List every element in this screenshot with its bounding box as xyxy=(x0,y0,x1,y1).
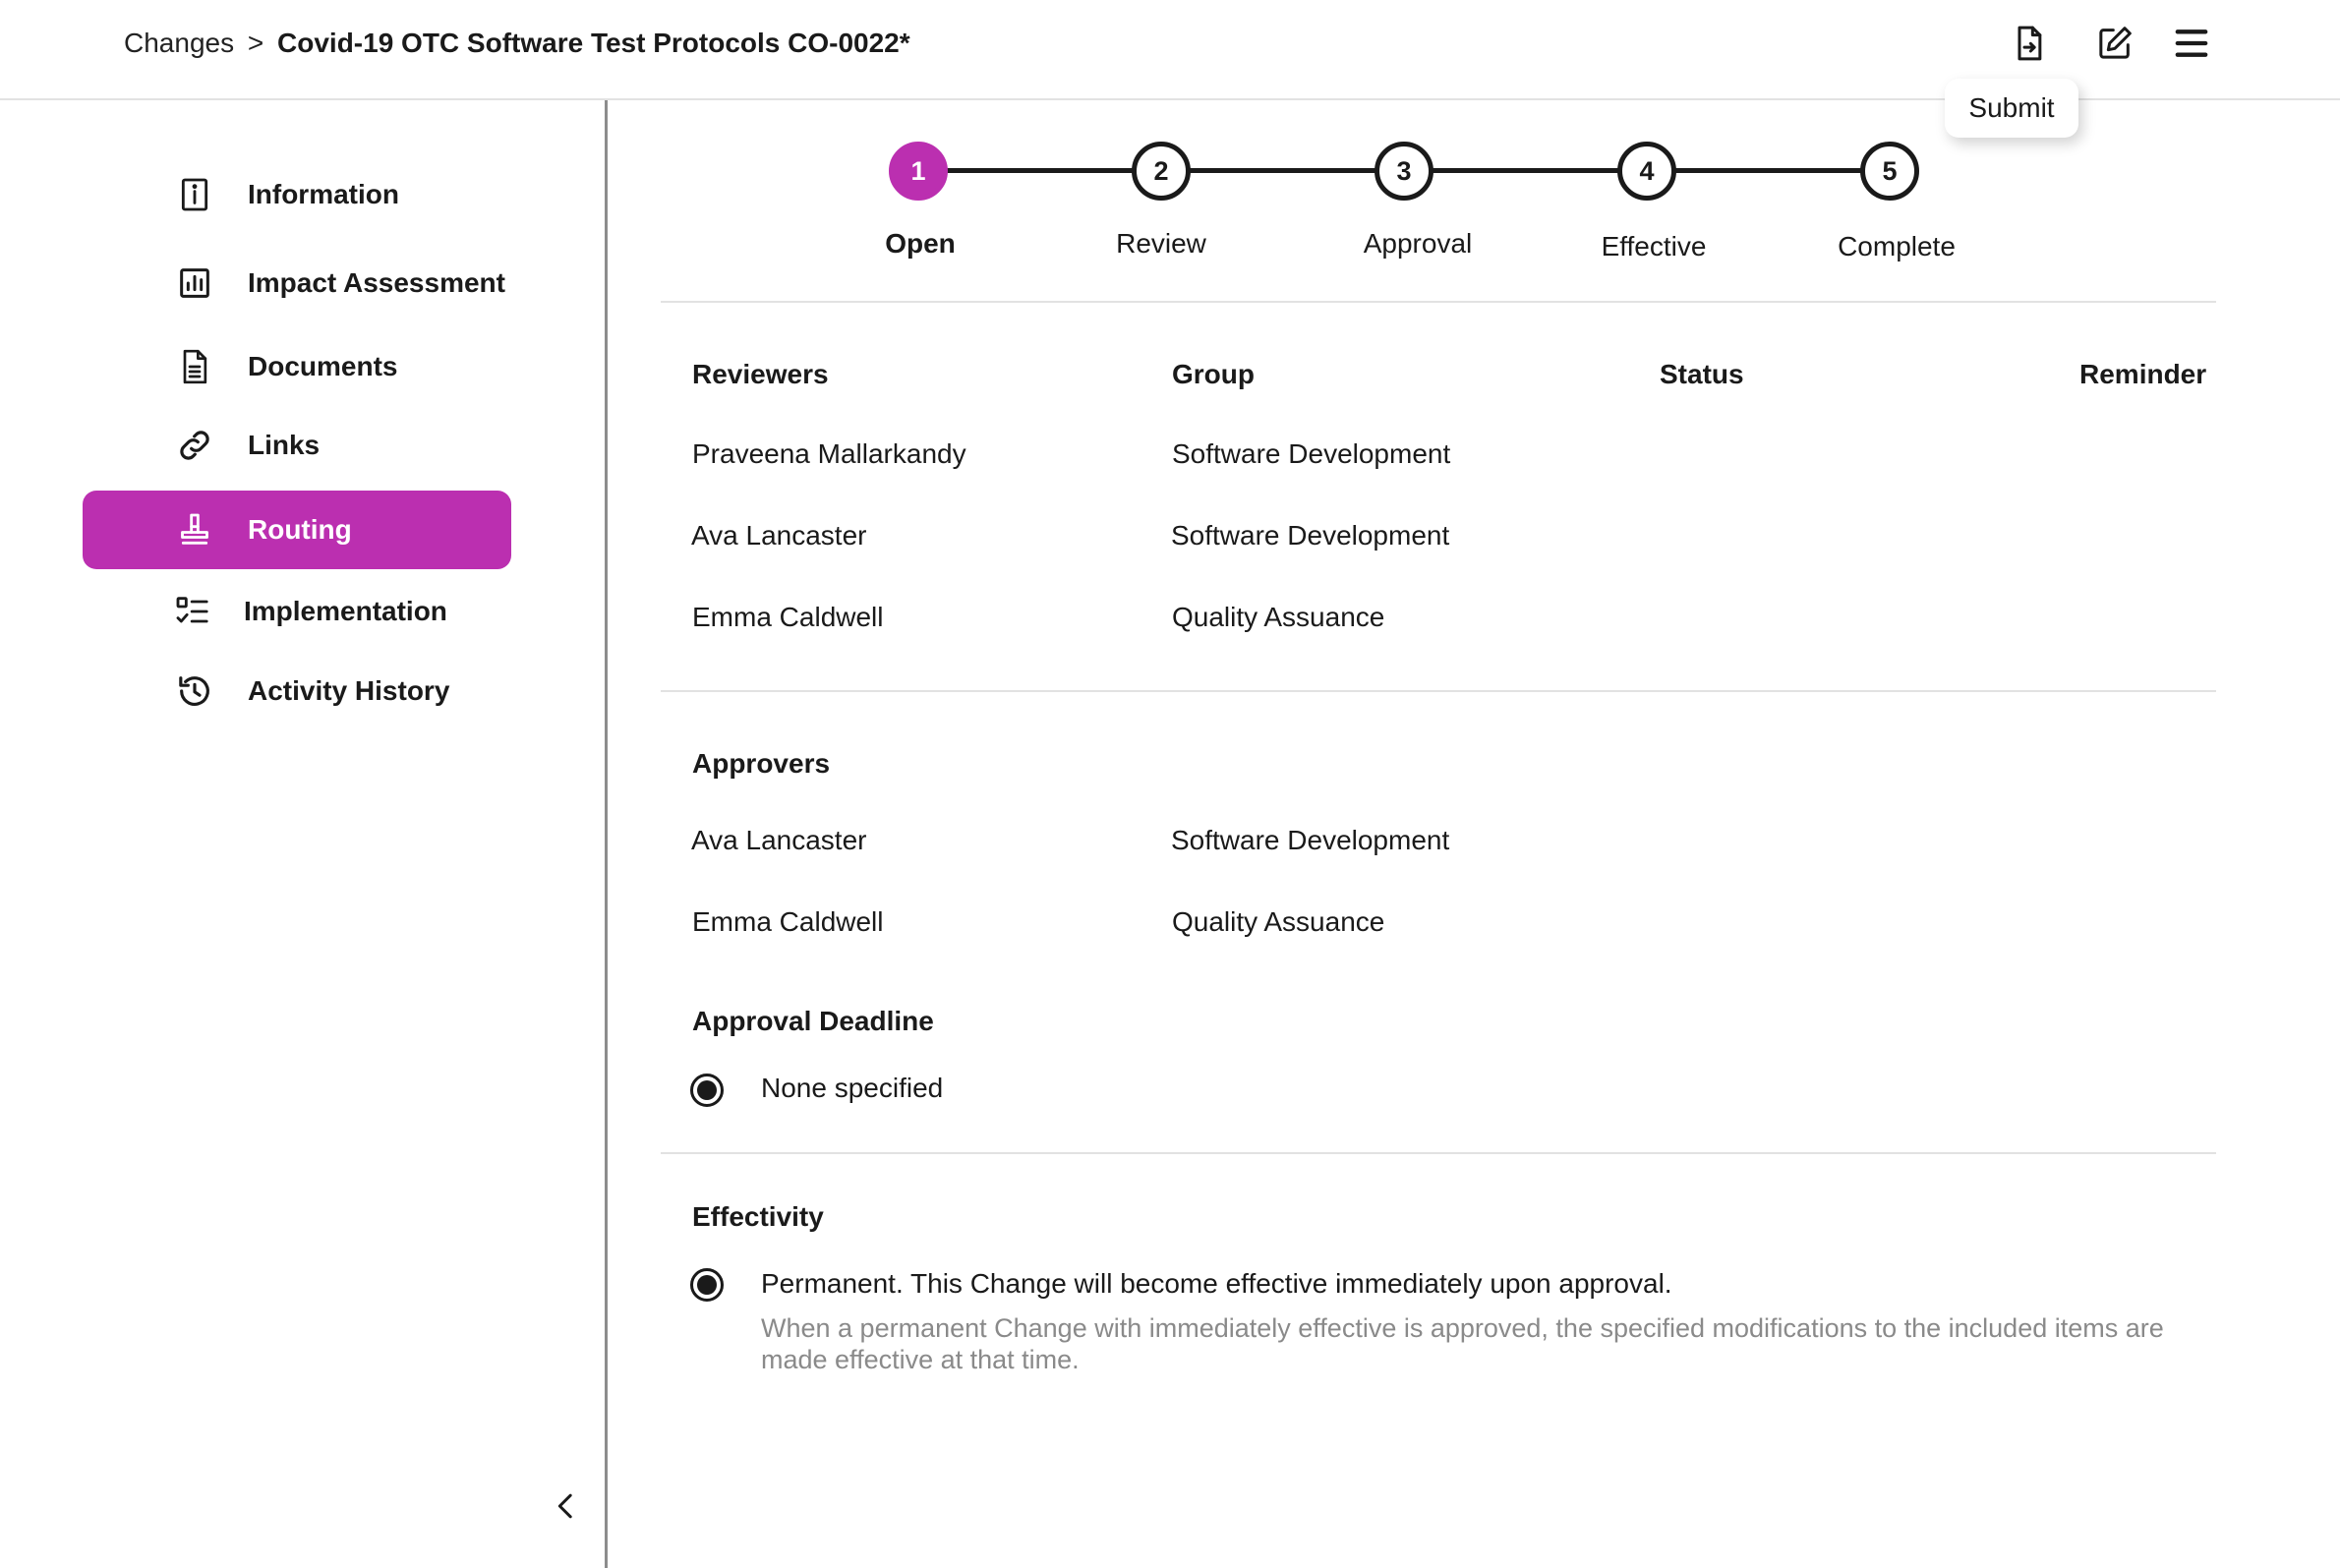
radio-selected-dot xyxy=(697,1080,717,1100)
chevron-left-icon[interactable] xyxy=(547,1486,586,1526)
step-2-label: Review xyxy=(1116,228,1206,259)
link-icon xyxy=(175,426,214,465)
section-divider xyxy=(661,1152,2216,1154)
section-divider xyxy=(661,690,2216,692)
sidebar-item-label: Implementation xyxy=(244,596,447,626)
approver-name: Ava Lancaster xyxy=(691,825,867,855)
step-5-circle[interactable]: 5 xyxy=(1860,142,1919,201)
sidebar-item-routing[interactable]: Routing xyxy=(83,491,511,569)
submit-document-icon[interactable] xyxy=(2010,24,2049,63)
sidebar-item-activity-history[interactable]: Activity History xyxy=(83,652,511,730)
step-3-label: Approval xyxy=(1363,228,1473,259)
step-1-label: Open xyxy=(885,228,956,259)
reviewer-group: Quality Assuance xyxy=(1172,602,1385,632)
sidebar: Information Impact Assessment Documents … xyxy=(0,100,608,1568)
menu-icon[interactable] xyxy=(2172,24,2211,63)
approval-deadline-title: Approval Deadline xyxy=(692,1006,934,1036)
deadline-none-label: None specified xyxy=(761,1073,944,1103)
step-2-circle[interactable]: 2 xyxy=(1132,142,1191,201)
edit-icon[interactable] xyxy=(2095,24,2135,63)
deadline-none-radio[interactable] xyxy=(690,1074,724,1107)
sidebar-item-label: Links xyxy=(248,430,321,460)
info-icon xyxy=(175,175,214,214)
step-connector xyxy=(1674,168,1891,173)
approver-group: Software Development xyxy=(1171,825,1450,855)
sidebar-item-implementation[interactable]: Implementation xyxy=(83,572,511,651)
sidebar-item-documents[interactable]: Documents xyxy=(83,327,511,406)
column-header-group: Group xyxy=(1172,359,1255,389)
breadcrumb-changes-link[interactable]: Changes xyxy=(124,28,234,58)
sidebar-item-information[interactable]: Information xyxy=(83,155,511,234)
step-5-label: Complete xyxy=(1838,231,1956,261)
effectivity-permanent-radio[interactable] xyxy=(690,1268,724,1302)
step-1-circle[interactable]: 1 xyxy=(889,142,948,201)
sidebar-item-label: Routing xyxy=(248,514,352,545)
approver-name: Emma Caldwell xyxy=(692,906,884,937)
approver-group: Quality Assuance xyxy=(1172,906,1385,937)
submit-tooltip: Submit xyxy=(1945,79,2078,138)
sidebar-item-label: Activity History xyxy=(248,675,450,706)
sidebar-item-label: Impact Assessment xyxy=(248,267,505,298)
bar-chart-icon xyxy=(175,263,214,303)
step-4-label: Effective xyxy=(1601,231,1707,261)
radio-selected-dot xyxy=(697,1275,717,1295)
sidebar-item-impact-assessment[interactable]: Impact Assessment xyxy=(83,244,511,322)
effectivity-description: When a permanent Change with immediately… xyxy=(761,1313,2164,1374)
sidebar-item-label: Information xyxy=(248,179,399,209)
reviewer-name: Praveena Mallarkandy xyxy=(692,438,966,469)
checklist-icon xyxy=(173,592,212,631)
reviewer-name: Ava Lancaster xyxy=(691,520,867,551)
column-header-status: Status xyxy=(1660,359,1744,389)
step-connector xyxy=(1189,168,1405,173)
effectivity-title: Effectivity xyxy=(692,1201,824,1232)
step-connector xyxy=(1432,168,1648,173)
column-header-reminder: Reminder xyxy=(2079,359,2207,389)
sidebar-item-links[interactable]: Links xyxy=(83,406,511,485)
reviewer-name: Emma Caldwell xyxy=(692,602,884,632)
effectivity-permanent-label: Permanent. This Change will become effec… xyxy=(761,1268,1672,1299)
reviewer-group: Software Development xyxy=(1171,520,1450,551)
breadcrumb-current-title: Covid-19 OTC Software Test Protocols CO-… xyxy=(277,28,910,58)
history-icon xyxy=(175,671,214,711)
sidebar-item-label: Documents xyxy=(248,351,398,381)
step-3-circle[interactable]: 3 xyxy=(1375,142,1433,201)
column-header-reviewers: Reviewers xyxy=(692,359,829,389)
breadcrumb-separator: > xyxy=(247,28,264,58)
document-icon xyxy=(175,347,214,386)
approvers-title: Approvers xyxy=(692,748,831,779)
section-divider xyxy=(661,301,2216,303)
step-4-circle[interactable]: 4 xyxy=(1617,142,1676,201)
step-connector xyxy=(947,168,1163,173)
reviewer-group: Software Development xyxy=(1172,438,1451,469)
breadcrumb: Changes > Covid-19 OTC Software Test Pro… xyxy=(124,28,910,59)
stamp-icon xyxy=(175,510,214,550)
